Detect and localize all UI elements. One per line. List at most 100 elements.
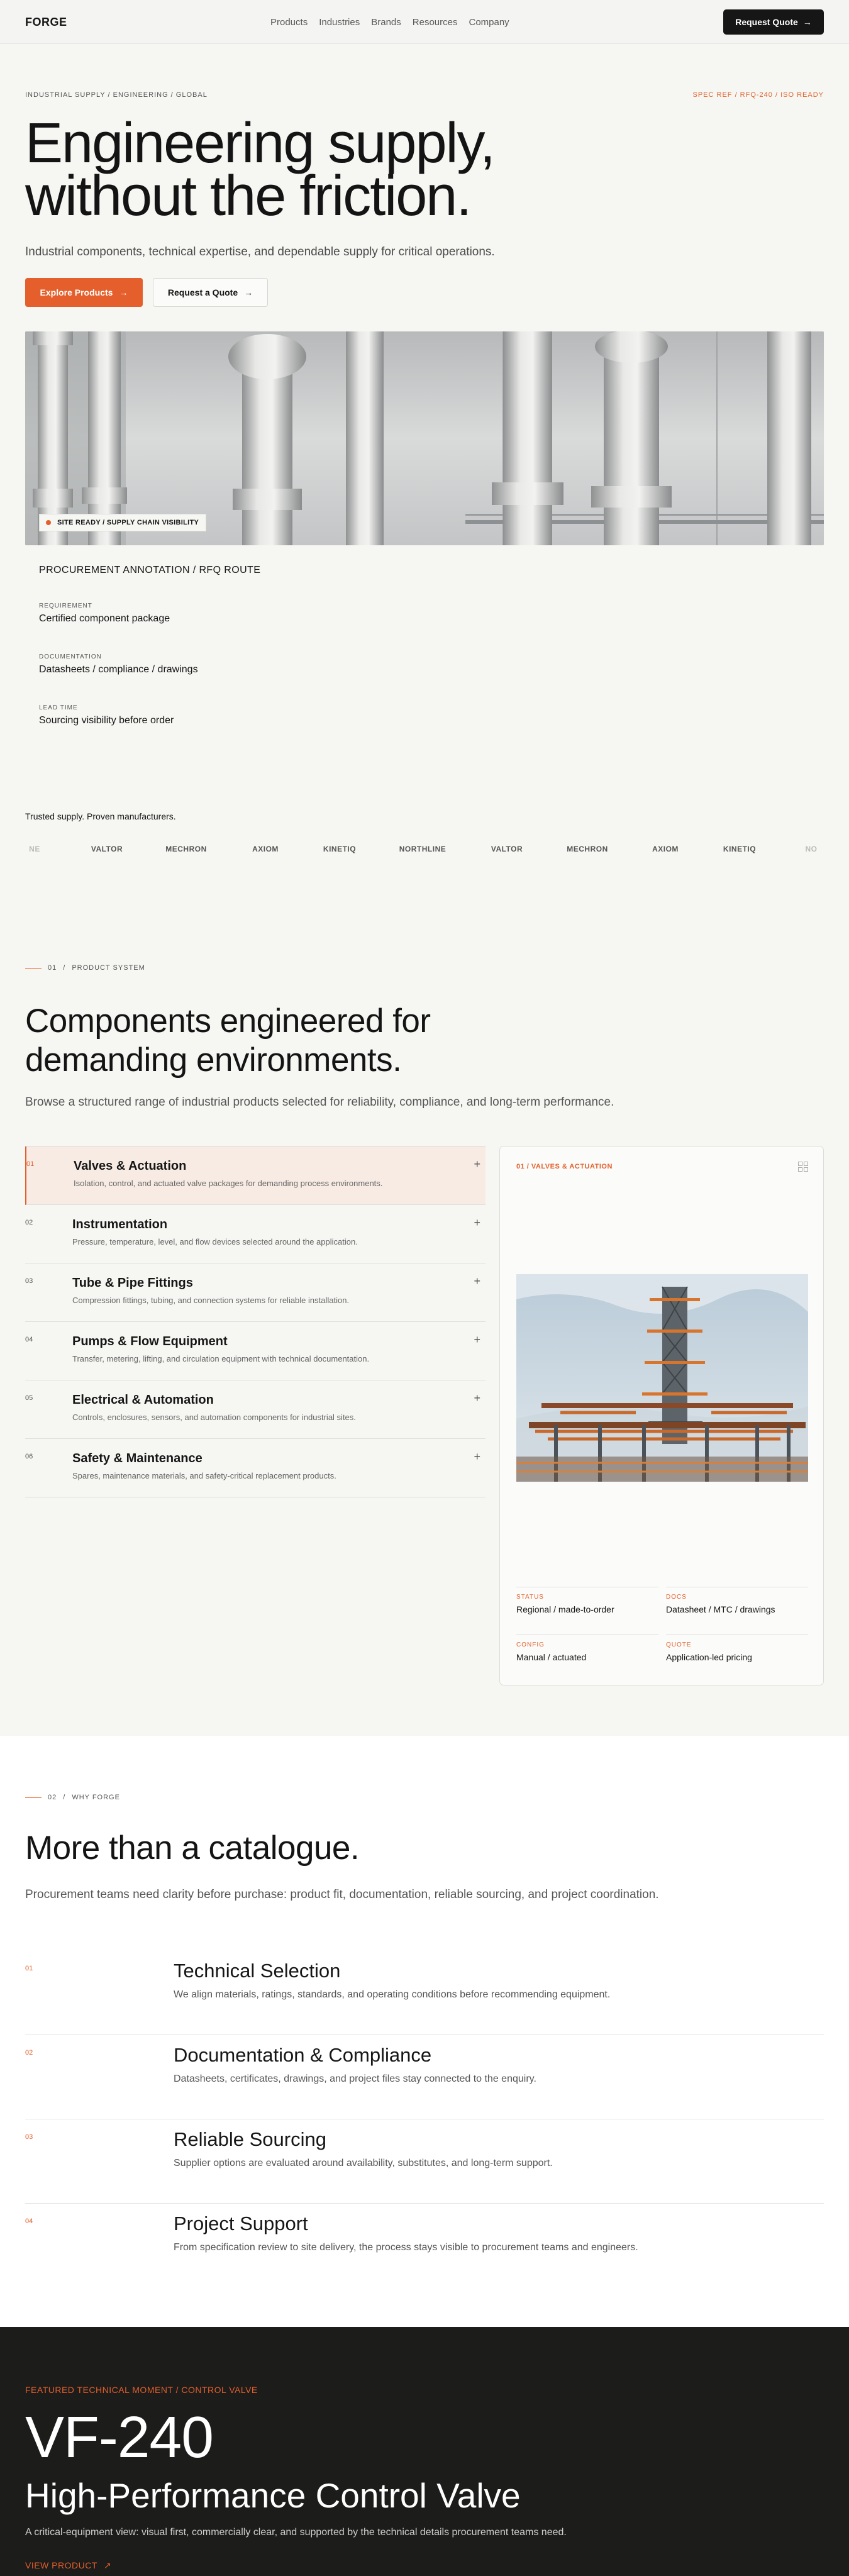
spec-value: Manual / actuated bbox=[516, 1652, 587, 1662]
manufacturer-logo: VALTOR bbox=[491, 845, 523, 853]
plus-icon[interactable]: + bbox=[474, 1158, 480, 1171]
manufacturer-logo: NO bbox=[805, 845, 818, 853]
detail-category-tag: 01 / VALVES & ACTUATION bbox=[516, 1163, 613, 1170]
annotation-documentation: DOCUMENTATION Datasheets / compliance / … bbox=[39, 653, 198, 675]
why-item-description: Supplier options are evaluated around av… bbox=[174, 2158, 553, 2168]
refinery-illustration bbox=[516, 1274, 808, 1482]
hero-pipes-image: SITE READY / SUPPLY CHAIN VISIBILITY bbox=[25, 331, 824, 545]
featured-model-number: VF-240 bbox=[25, 2404, 214, 2470]
plus-icon[interactable]: + bbox=[474, 1216, 480, 1230]
request-a-quote-button[interactable]: Request a Quote → bbox=[153, 278, 268, 307]
featured-eyebrow: FEATURED TECHNICAL MOMENT / CONTROL VALV… bbox=[25, 2385, 258, 2395]
category-description: Controls, enclosures, sensors, and autom… bbox=[72, 1413, 356, 1422]
category-number: 03 bbox=[25, 1277, 33, 1285]
spec-quote: QUOTE Application-led pricing bbox=[666, 1635, 808, 1662]
trusted-heading: Trusted supply. Proven manufacturers. bbox=[25, 811, 176, 821]
manufacturer-logo: MECHRON bbox=[165, 845, 207, 853]
site-ready-label: SITE READY / SUPPLY CHAIN VISIBILITY bbox=[57, 519, 199, 526]
featured-product-section: FEATURED TECHNICAL MOMENT / CONTROL VALV… bbox=[0, 2327, 849, 2576]
brand-logo[interactable]: FORGE bbox=[25, 16, 67, 29]
arrow-right-icon: → bbox=[244, 287, 253, 297]
category-description: Transfer, metering, lifting, and circula… bbox=[72, 1354, 370, 1363]
why-item-project-support: 04 Project Support From specification re… bbox=[25, 2204, 824, 2288]
category-number: 01 bbox=[26, 1160, 35, 1168]
category-number: 02 bbox=[25, 1219, 33, 1226]
nav-link-products[interactable]: Products bbox=[270, 17, 308, 28]
plus-icon[interactable]: + bbox=[474, 1392, 480, 1405]
category-row-pumps-flow[interactable]: 04 Pumps & Flow Equipment Transfer, mete… bbox=[25, 1322, 486, 1380]
nav-link-brands[interactable]: Brands bbox=[371, 17, 401, 28]
plus-icon[interactable]: + bbox=[474, 1333, 480, 1346]
category-row-valves-actuation[interactable]: 01 Valves & Actuation Isolation, control… bbox=[25, 1146, 486, 1205]
eyebrow-number: 02 bbox=[48, 1794, 57, 1801]
category-row-tube-pipe-fittings[interactable]: 03 Tube & Pipe Fittings Compression fitt… bbox=[25, 1263, 486, 1322]
category-row-safety-maintenance[interactable]: 06 Safety & Maintenance Spares, maintena… bbox=[25, 1439, 486, 1497]
category-number: 06 bbox=[25, 1453, 33, 1460]
manufacturer-logo: KINETIQ bbox=[323, 845, 357, 853]
category-description: Pressure, temperature, level, and flow d… bbox=[72, 1237, 358, 1246]
eyebrow-label: WHY FORGE bbox=[72, 1794, 120, 1801]
category-description: Spares, maintenance materials, and safet… bbox=[72, 1471, 336, 1480]
spec-label: DOCS bbox=[666, 1594, 687, 1601]
spec-status: STATUS Regional / made-to-order bbox=[516, 1587, 658, 1614]
hero-eyebrow: INDUSTRIAL SUPPLY / ENGINEERING / GLOBAL bbox=[25, 91, 208, 99]
featured-subtitle: A critical-equipment view: visual first,… bbox=[25, 2527, 567, 2538]
category-title: Valves & Actuation bbox=[74, 1159, 187, 1173]
nav-link-industries[interactable]: Industries bbox=[319, 17, 360, 28]
plus-icon[interactable]: + bbox=[474, 1450, 480, 1463]
explore-products-button[interactable]: Explore Products → bbox=[25, 278, 143, 307]
why-forge-section: 02 / WHY FORGE More than a catalogue. Pr… bbox=[0, 1736, 849, 2327]
nav-links: Products Industries Brands Resources Com… bbox=[270, 17, 509, 28]
eyebrow-line bbox=[25, 1797, 42, 1798]
nav-link-company[interactable]: Company bbox=[469, 17, 509, 28]
manufacturer-logo: NORTHLINE bbox=[399, 845, 447, 853]
grid-icon[interactable] bbox=[798, 1162, 808, 1172]
products-title-line-2: demanding environments. bbox=[25, 1041, 402, 1079]
top-navigation: FORGE Products Industries Brands Resourc… bbox=[0, 0, 849, 44]
why-item-title: Technical Selection bbox=[174, 1960, 341, 1982]
annotation-value: Certified component package bbox=[39, 613, 170, 624]
annotation-value: Datasheets / compliance / drawings bbox=[39, 664, 198, 675]
refinery-image bbox=[516, 1274, 808, 1482]
status-dot-icon bbox=[46, 520, 51, 525]
category-detail-card: 01 / VALVES & ACTUATION STATUS Regional … bbox=[499, 1146, 824, 1685]
annotation-label: LEAD TIME bbox=[39, 704, 78, 711]
spec-config: CONFIG Manual / actuated bbox=[516, 1635, 658, 1662]
hero-title-line-2: without the friction. bbox=[25, 165, 472, 228]
category-row-electrical-automation[interactable]: 05 Electrical & Automation Controls, enc… bbox=[25, 1380, 486, 1439]
eyebrow-line bbox=[25, 967, 42, 969]
why-item-reliable-sourcing: 03 Reliable Sourcing Supplier options ar… bbox=[25, 2119, 824, 2204]
view-product-link[interactable]: VIEW PRODUCT ↗ bbox=[25, 2560, 111, 2571]
eyebrow-number: 01 bbox=[48, 964, 57, 972]
annotation-lead-time: LEAD TIME Sourcing visibility before ord… bbox=[39, 704, 174, 726]
hero-subtitle: Industrial components, technical experti… bbox=[25, 245, 495, 258]
spec-value: Application-led pricing bbox=[666, 1652, 752, 1662]
why-item-number: 02 bbox=[25, 2049, 33, 2057]
view-product-label: VIEW PRODUCT bbox=[25, 2560, 97, 2570]
spec-label: CONFIG bbox=[516, 1641, 545, 1648]
request-quote-button[interactable]: Request Quote → bbox=[723, 9, 824, 35]
category-title: Tube & Pipe Fittings bbox=[72, 1276, 193, 1290]
products-title: Components engineered for demanding envi… bbox=[25, 1002, 431, 1080]
plus-icon[interactable]: + bbox=[474, 1275, 480, 1288]
why-lead: Procurement teams need clarity before pu… bbox=[25, 1888, 659, 1901]
products-lead: Browse a structured range of industrial … bbox=[25, 1096, 614, 1109]
annotation-requirement: REQUIREMENT Certified component package bbox=[39, 602, 170, 625]
nav-link-resources[interactable]: Resources bbox=[413, 17, 458, 28]
why-item-title: Project Support bbox=[174, 2212, 308, 2235]
manufacturer-logo: KINETIQ bbox=[723, 845, 757, 853]
why-item-description: We align materials, ratings, standards, … bbox=[174, 1989, 611, 2000]
spec-docs: DOCS Datasheet / MTC / drawings bbox=[666, 1587, 808, 1614]
category-row-instrumentation[interactable]: 02 Instrumentation Pressure, temperature… bbox=[25, 1205, 486, 1263]
why-item-number: 04 bbox=[25, 2218, 33, 2225]
featured-product-name: High-Performance Control Valve bbox=[25, 2476, 521, 2515]
manufacturer-logo: AXIOM bbox=[252, 845, 279, 853]
category-title: Pumps & Flow Equipment bbox=[72, 1335, 228, 1348]
why-item-description: Datasheets, certificates, drawings, and … bbox=[174, 2074, 536, 2084]
manufacturer-logo: NE bbox=[29, 845, 40, 853]
why-item-title: Reliable Sourcing bbox=[174, 2128, 326, 2150]
category-title: Electrical & Automation bbox=[72, 1393, 214, 1407]
annotation-value: Sourcing visibility before order bbox=[39, 715, 174, 726]
manufacturer-logo: AXIOM bbox=[652, 845, 679, 853]
category-number: 04 bbox=[25, 1336, 33, 1343]
